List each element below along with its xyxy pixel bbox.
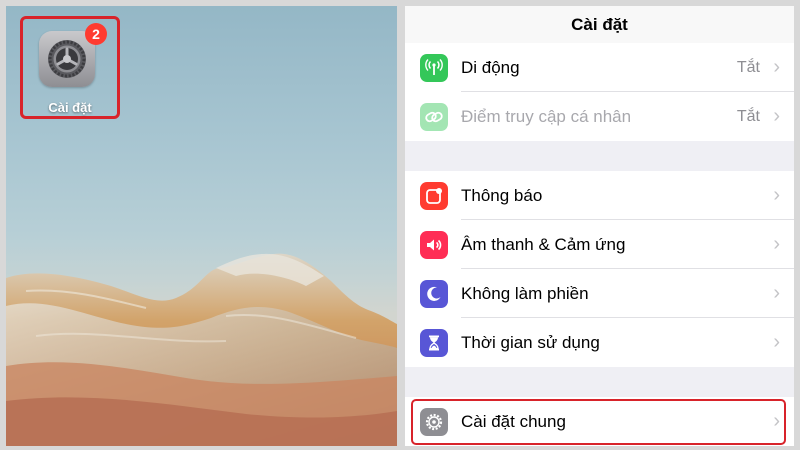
settings-row-sounds-haptics[interactable]: Âm thanh & Cảm ứng › <box>405 220 794 269</box>
notification-badge: 2 <box>85 23 107 45</box>
navigation-bar: Cài đặt <box>405 6 794 45</box>
page-title: Cài đặt <box>571 15 628 34</box>
settings-group-notifications: Thông báo › Âm thanh & Cảm ứng › Không l… <box>405 171 794 367</box>
settings-app-highlight: 2 Cài đặt <box>20 16 120 119</box>
link-chain-icon <box>420 103 448 131</box>
general-row-highlight <box>411 399 786 445</box>
row-label: Di động <box>461 58 520 77</box>
chevron-right-icon: › <box>773 56 780 78</box>
settings-group-network: Di động Tắt › Điểm truy cập cá nhân Tắt … <box>405 43 794 141</box>
row-label: Điểm truy cập cá nhân <box>461 107 632 126</box>
speaker-icon <box>420 231 448 259</box>
chevron-right-icon: › <box>773 184 780 206</box>
moon-icon <box>420 280 448 308</box>
settings-row-mobile[interactable]: Di động Tắt › <box>405 43 794 92</box>
chevron-right-icon: › <box>773 282 780 304</box>
chevron-right-icon: › <box>773 105 780 127</box>
home-screen: 2 Cài đặt <box>6 6 397 446</box>
settings-row-notifications[interactable]: Thông báo › <box>405 171 794 220</box>
row-label: Thời gian sử dụng <box>461 333 600 352</box>
settings-row-personal-hotspot[interactable]: Điểm truy cập cá nhân Tắt › <box>405 92 794 141</box>
notification-icon <box>420 182 448 210</box>
settings-row-do-not-disturb[interactable]: Không làm phiền › <box>405 269 794 318</box>
row-label: Không làm phiền <box>461 284 589 303</box>
settings-screen: Cài đặt Di động Tắt › Điểm truy cập cá n… <box>405 6 794 446</box>
row-label: Âm thanh & Cảm ứng <box>461 235 626 254</box>
settings-row-screen-time[interactable]: Thời gian sử dụng › <box>405 318 794 367</box>
settings-gear-icon <box>48 40 86 78</box>
settings-app-label: Cài đặt <box>48 100 92 115</box>
row-value: Tắt <box>736 59 760 76</box>
row-label: Thông báo <box>461 186 543 205</box>
row-value: Tắt <box>736 108 760 125</box>
chevron-right-icon: › <box>773 233 780 255</box>
chevron-right-icon: › <box>773 331 780 353</box>
hourglass-icon <box>420 329 448 357</box>
antenna-icon <box>420 54 448 82</box>
